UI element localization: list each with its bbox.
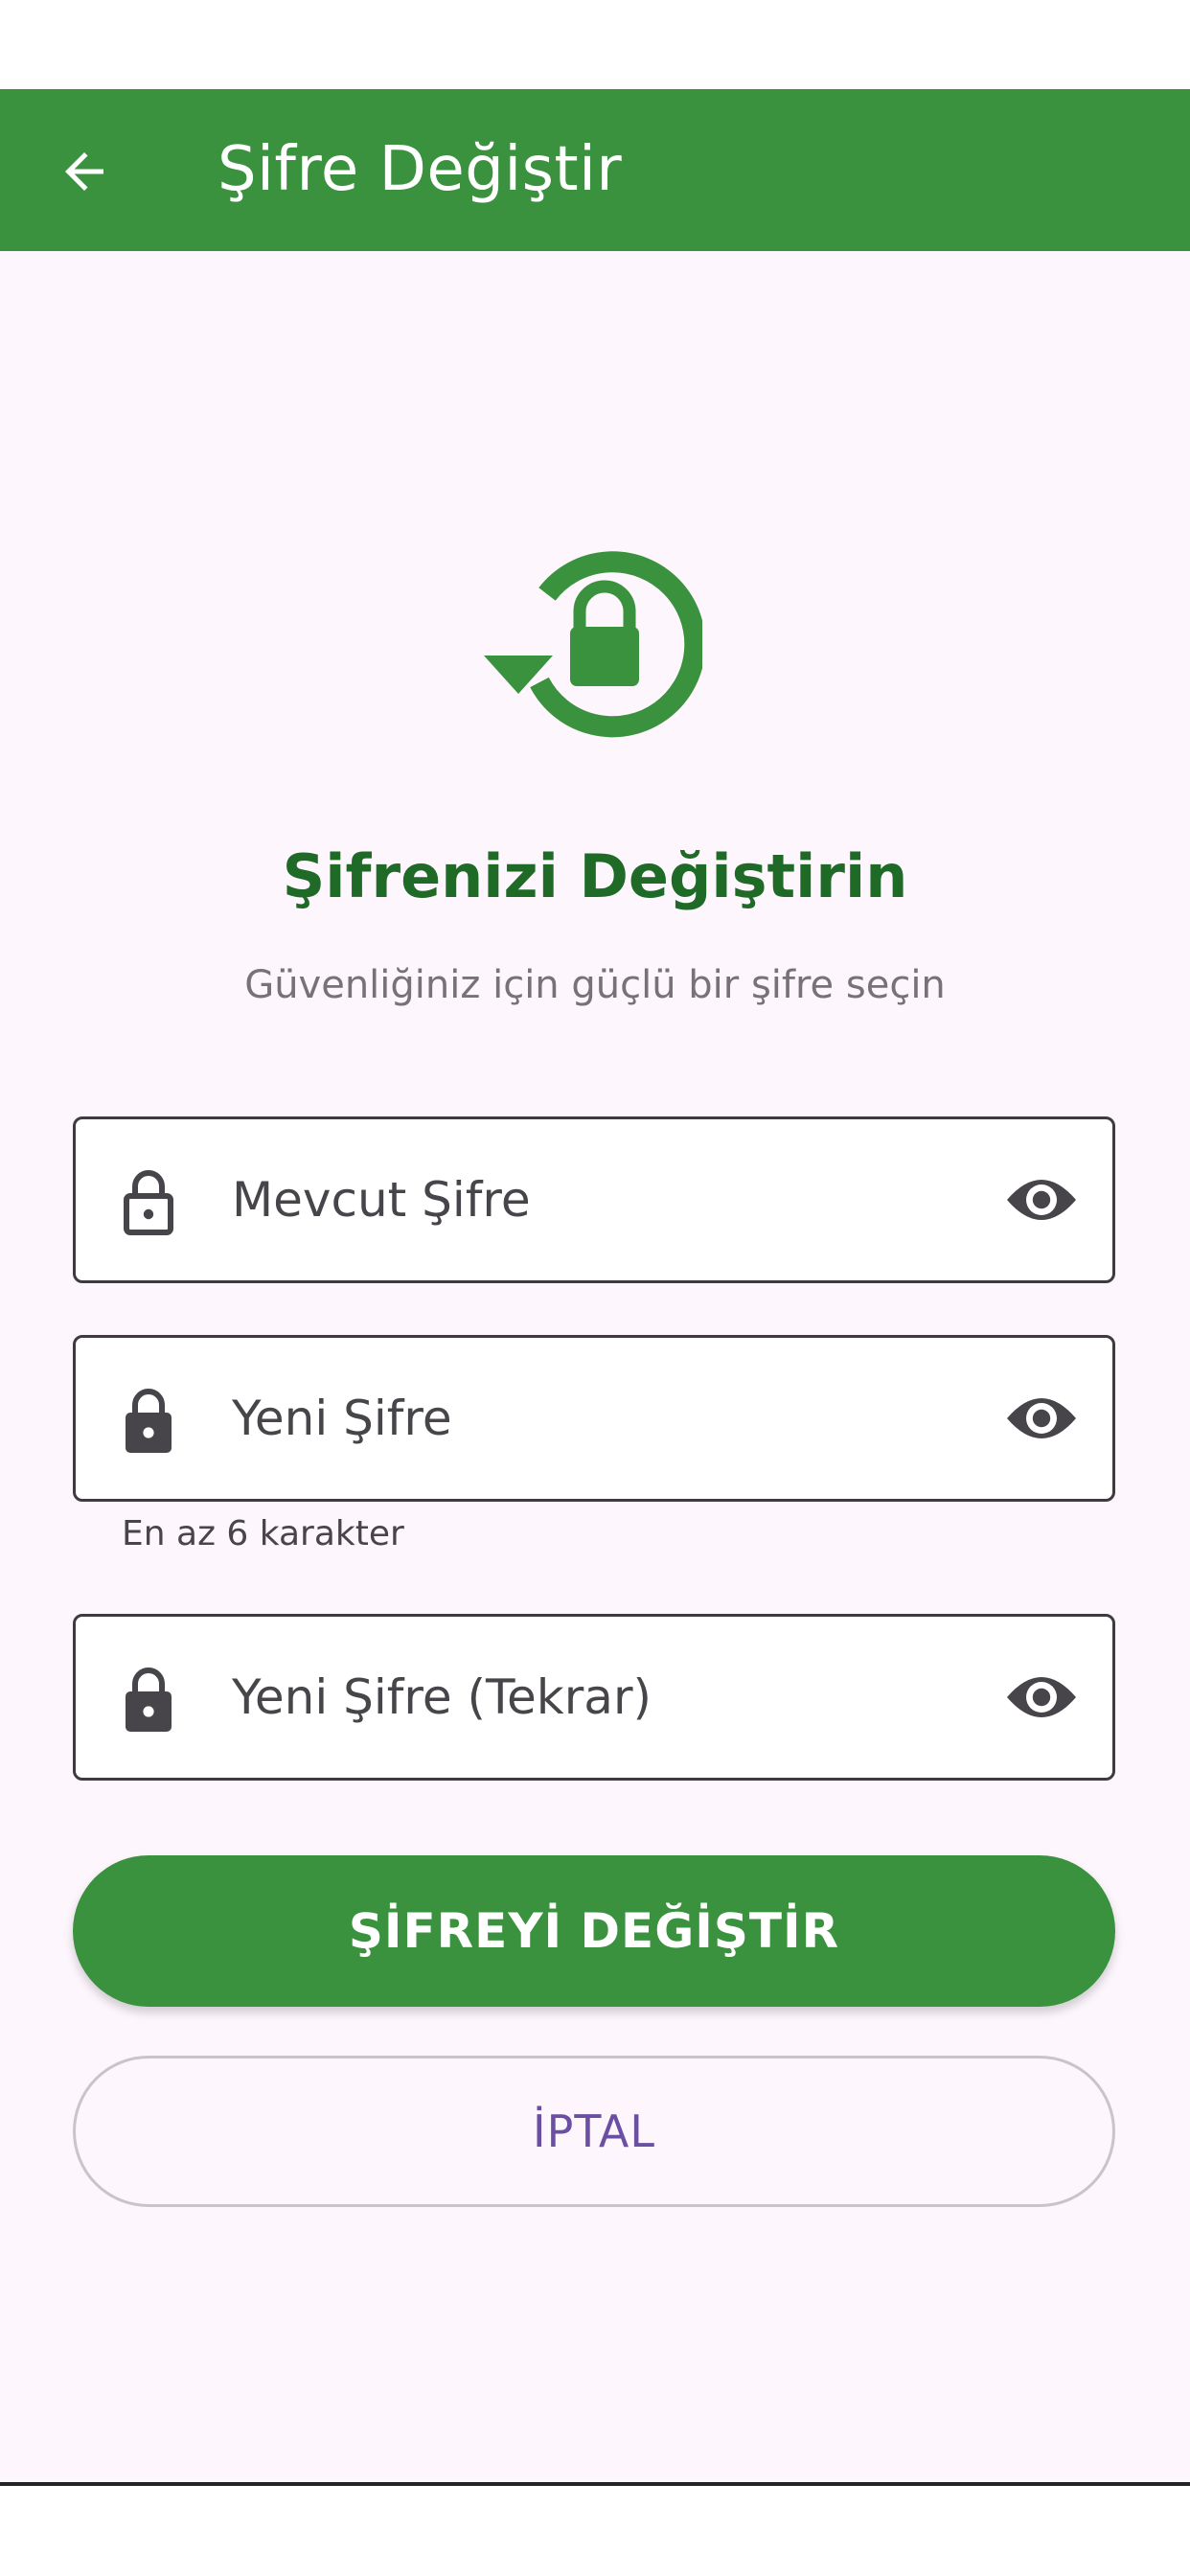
eye-icon[interactable]	[1005, 1386, 1078, 1451]
new-password-placeholder: Yeni Şifre	[232, 1391, 452, 1446]
eye-icon[interactable]	[1005, 1665, 1078, 1730]
new-password-helper-text: En az 6 karakter	[122, 1514, 404, 1553]
current-password-field[interactable]: Mevcut Şifre	[73, 1116, 1115, 1283]
lock-icon	[126, 1668, 172, 1732]
page-subheading: Güvenliğiniz için güçlü bir şifre seçin	[244, 963, 946, 1007]
app-bar-title: Şifre Değiştir	[217, 134, 623, 205]
lock-icon	[126, 1389, 172, 1453]
eye-icon[interactable]	[1005, 1167, 1078, 1232]
app-bar: Şifre Değiştir	[0, 89, 1190, 251]
back-button[interactable]	[50, 137, 119, 206]
new-password-field[interactable]: Yeni Şifre	[73, 1335, 1115, 1502]
status-bar	[0, 0, 1190, 89]
arrow-left-icon	[65, 152, 103, 191]
lock-outline-icon	[124, 1170, 173, 1235]
navigation-bar	[0, 2486, 1190, 2576]
page-heading: Şifrenizi Değiştirin	[282, 841, 908, 911]
lock-reset-icon	[484, 551, 702, 738]
cancel-button[interactable]: İPTAL	[73, 2056, 1115, 2207]
confirm-password-field[interactable]: Yeni Şifre (Tekrar)	[73, 1614, 1115, 1781]
change-password-button[interactable]: ŞİFREYİ DEĞİŞTİR	[73, 1855, 1115, 2007]
current-password-placeholder: Mevcut Şifre	[232, 1172, 531, 1228]
confirm-password-placeholder: Yeni Şifre (Tekrar)	[232, 1669, 652, 1725]
